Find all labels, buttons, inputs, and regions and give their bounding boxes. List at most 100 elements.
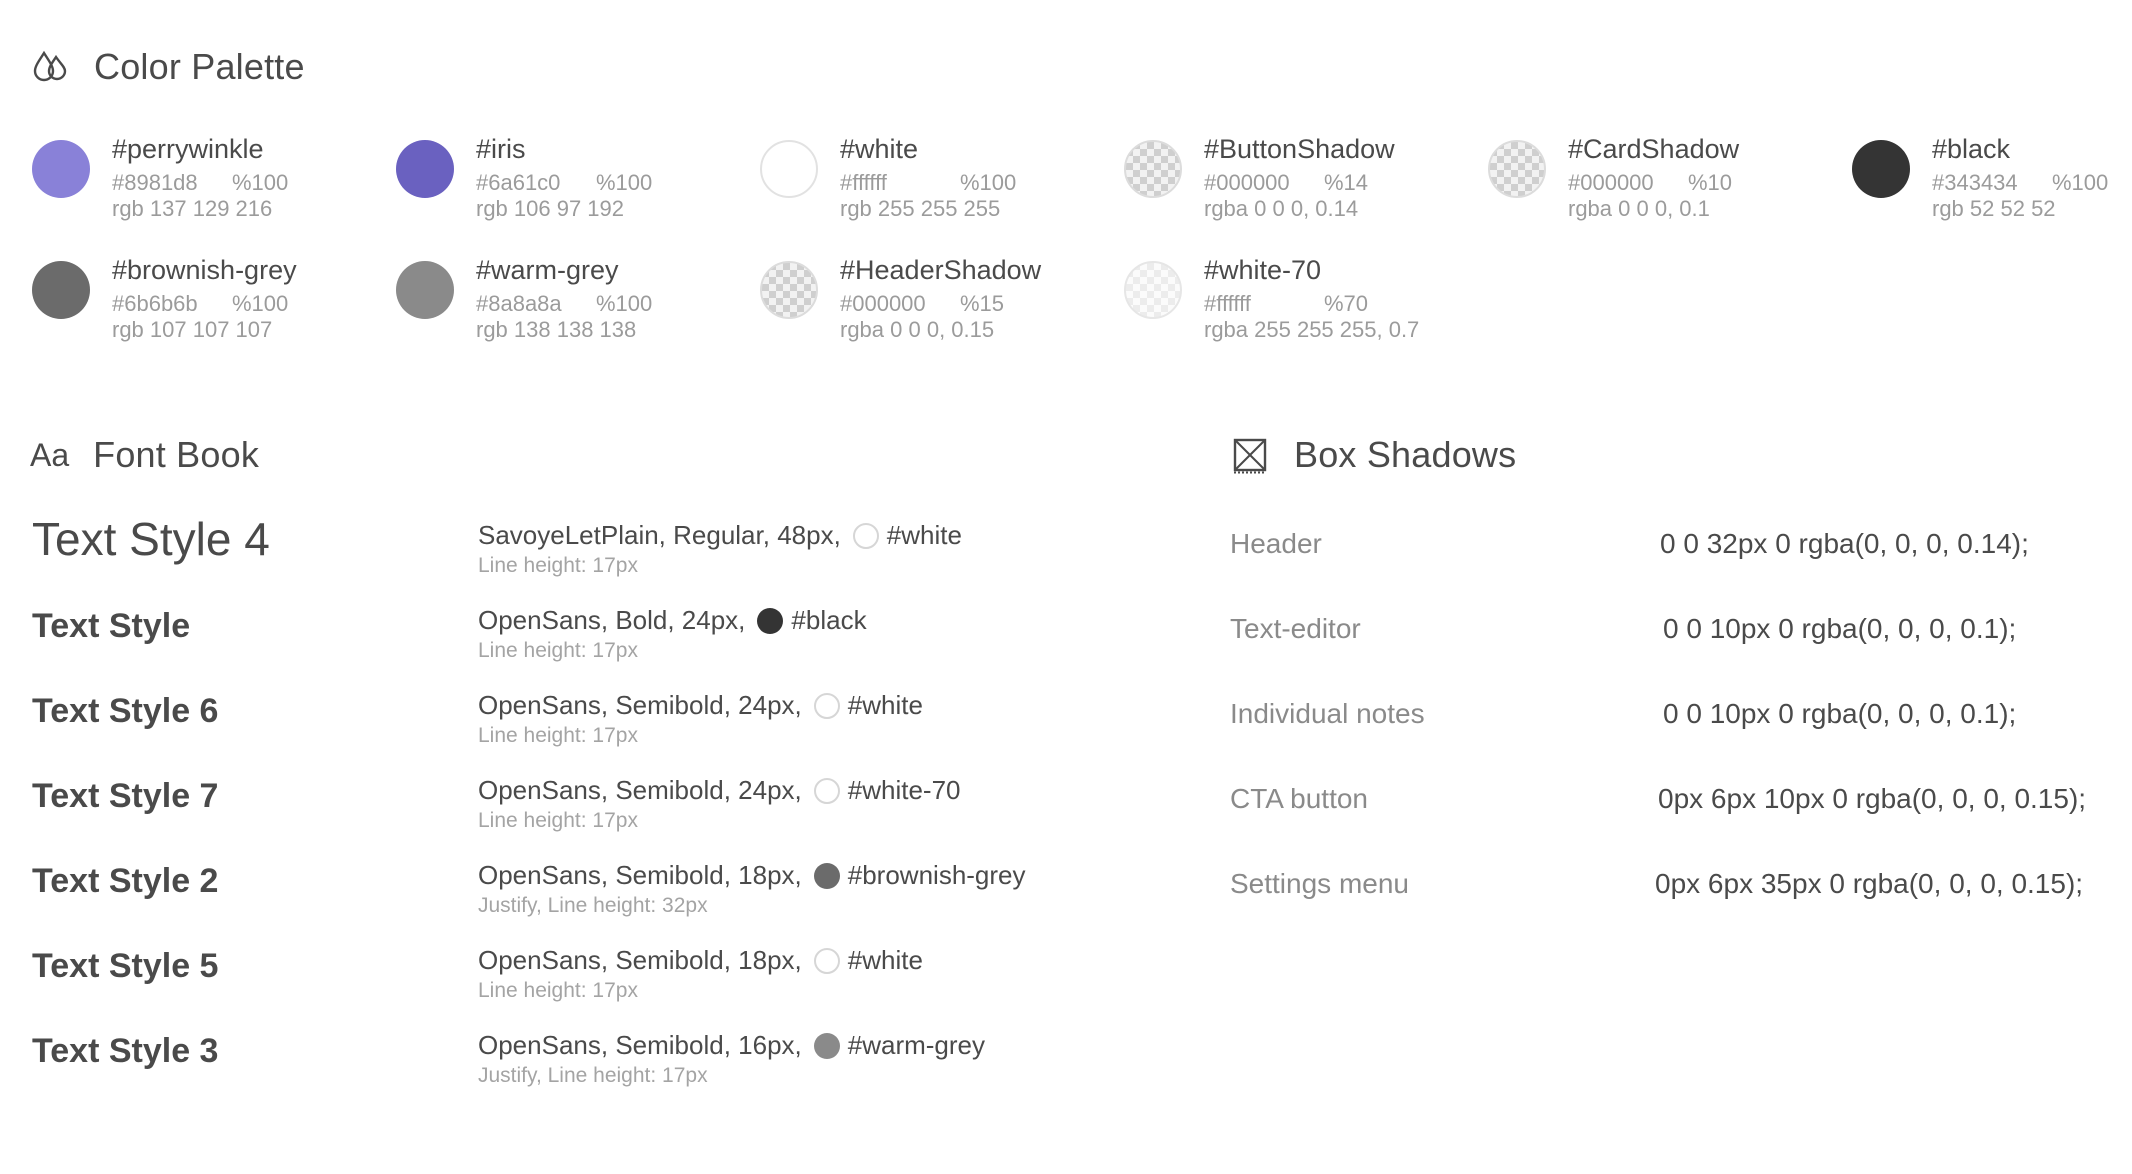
style-desc-text: OpenSans, Semibold, 18px, bbox=[478, 945, 802, 975]
swatch-rgb: rgba 0 0 0, 0.1 bbox=[1568, 196, 1710, 221]
color-circle bbox=[1488, 140, 1546, 198]
swatch-hex: #000000 bbox=[840, 291, 926, 316]
swatch-hex: #000000 bbox=[1568, 170, 1654, 195]
swatch-hex: #000000 bbox=[1204, 170, 1290, 195]
style-desc-text: SavoyeLetPlain, Regular, 48px, bbox=[478, 520, 841, 550]
color-circle bbox=[1124, 261, 1182, 319]
swatch-headershadow: #HeaderShadow #000000 %15 rgba 0 0 0, 0.1… bbox=[758, 255, 1078, 371]
style-name: Text Style 2 bbox=[32, 862, 219, 900]
swatch-opacity: %100 bbox=[596, 170, 653, 195]
swatch-rgb: rgb 107 107 107 bbox=[112, 317, 273, 342]
swatch-opacity: %15 bbox=[960, 291, 1005, 316]
swatch-name: #iris bbox=[476, 134, 526, 164]
shadow-value: 0px 6px 35px 0 rgba(0, 0, 0, 0.15); bbox=[1655, 868, 2084, 899]
font-book-header: Aa Font Book bbox=[30, 434, 259, 476]
color-circle bbox=[396, 261, 454, 319]
swatch-name: #white-70 bbox=[1204, 255, 1322, 285]
swatch-white-70: #white-70 #ffffff %70 rgba 255 255 255, 0… bbox=[1122, 255, 1442, 371]
style-color-name: #warm-grey bbox=[847, 1030, 986, 1060]
color-dot-icon bbox=[757, 607, 784, 634]
font-style-row: Text Style 4 SavoyeLetPlain, Regular, 48… bbox=[32, 513, 1152, 596]
style-desc: OpenSans, Semibold, 24px, #white-70 bbox=[478, 775, 961, 806]
color-circle bbox=[1124, 140, 1182, 198]
swatch-hex: #ffffff bbox=[840, 170, 887, 195]
style-meta: Justify, Line height: 17px bbox=[478, 1064, 708, 1087]
box-shadow-icon bbox=[1230, 435, 1270, 475]
swatch-name: #black bbox=[1932, 134, 2011, 164]
font-style-row: Text Style 6 OpenSans, Semibold, 24px, #… bbox=[32, 686, 1152, 766]
color-circle bbox=[32, 261, 90, 319]
style-desc: OpenSans, Semibold, 16px, #warm-grey bbox=[478, 1030, 985, 1061]
style-name: Text Style 6 bbox=[32, 692, 219, 730]
style-desc: OpenSans, Semibold, 24px, #white bbox=[478, 690, 923, 721]
swatch-rgb: rgba 0 0 0, 0.15 bbox=[840, 317, 995, 342]
shadow-value: 0 0 10px 0 rgba(0, 0, 0, 0.1); bbox=[1663, 613, 2017, 644]
shadow-value: 0 0 10px 0 rgba(0, 0, 0, 0.1); bbox=[1663, 698, 2017, 729]
style-desc-text: OpenSans, Semibold, 24px, bbox=[478, 775, 802, 805]
swatch-iris: #iris #6a61c0 %100 rgb 106 97 192 bbox=[394, 134, 714, 250]
color-dot-icon bbox=[852, 522, 879, 549]
color-palette-header: Color Palette bbox=[30, 46, 305, 88]
font-style-row: Text Style 5 OpenSans, Semibold, 18px, #… bbox=[32, 941, 1152, 1021]
color-palette-title: Color Palette bbox=[94, 46, 305, 87]
swatch-hex: #6a61c0 bbox=[476, 170, 561, 195]
swatch-name: #CardShadow bbox=[1568, 134, 1740, 164]
style-name: Text Style 3 bbox=[32, 1032, 219, 1070]
style-color-name: #white bbox=[847, 690, 923, 720]
swatch-white: #white #ffffff %100 rgb 255 255 255 bbox=[758, 134, 1078, 250]
style-meta: Line height: 17px bbox=[478, 809, 638, 832]
swatch-opacity: %10 bbox=[1688, 170, 1733, 195]
swatch-hex: #ffffff bbox=[1204, 291, 1251, 316]
swatch-rgb: rgba 0 0 0, 0.14 bbox=[1204, 196, 1359, 221]
style-meta: Justify, Line height: 32px bbox=[478, 894, 708, 917]
shadow-label: Text-editor bbox=[1230, 613, 1361, 644]
style-desc-text: OpenSans, Semibold, 18px, bbox=[478, 860, 802, 890]
color-dot-icon bbox=[813, 1032, 840, 1059]
font-book-title: Font Book bbox=[93, 434, 260, 475]
swatch-cardshadow: #CardShadow #000000 %10 rgba 0 0 0, 0.1 bbox=[1486, 134, 1806, 250]
shadow-value: 0 0 32px 0 rgba(0, 0, 0, 0.14); bbox=[1660, 528, 2029, 559]
color-dot-icon bbox=[813, 947, 840, 974]
style-meta: Line height: 17px bbox=[478, 724, 638, 747]
shadow-row: Individual notes 0 0 10px 0 rgba(0, 0, 0… bbox=[1230, 698, 2110, 738]
style-desc: OpenSans, Bold, 24px, #black bbox=[478, 605, 867, 636]
swatch-rgb: rgba 255 255 255, 0.7 bbox=[1204, 317, 1420, 342]
style-desc-text: OpenSans, Bold, 24px, bbox=[478, 605, 746, 635]
style-name: Text Style 4 bbox=[32, 513, 270, 565]
font-aa-icon: Aa bbox=[30, 436, 70, 473]
font-style-row: Text Style OpenSans, Bold, 24px, #black … bbox=[32, 601, 1152, 681]
swatch-rgb: rgb 52 52 52 bbox=[1932, 196, 2056, 221]
swatch-name: #white bbox=[840, 134, 919, 164]
swatch-rgb: rgb 255 255 255 bbox=[840, 196, 1001, 221]
style-desc: OpenSans, Semibold, 18px, #white bbox=[478, 945, 923, 976]
swatch-opacity: %14 bbox=[1324, 170, 1369, 195]
swatch-rgb: rgb 137 129 216 bbox=[112, 196, 273, 221]
box-shadows-title: Box Shadows bbox=[1294, 434, 1517, 475]
shadow-value: 0px 6px 10px 0 rgba(0, 0, 0, 0.15); bbox=[1658, 783, 2087, 814]
color-dot-icon bbox=[813, 692, 840, 719]
swatch-hex: #8981d8 bbox=[112, 170, 198, 195]
swatch-name: #ButtonShadow bbox=[1204, 134, 1395, 164]
swatch-hex: #8a8a8a bbox=[476, 291, 562, 316]
shadow-label: CTA button bbox=[1230, 783, 1369, 814]
swatch-opacity: %100 bbox=[232, 170, 289, 195]
box-shadows-header: Box Shadows bbox=[1230, 434, 1516, 476]
drops-icon bbox=[30, 47, 70, 87]
font-style-row: Text Style 2 OpenSans, Semibold, 18px, #… bbox=[32, 856, 1152, 936]
style-name: Text Style 5 bbox=[32, 947, 219, 985]
style-color-name: #black bbox=[791, 605, 867, 635]
swatch-opacity: %100 bbox=[596, 291, 653, 316]
font-style-row: Text Style 3 OpenSans, Semibold, 16px, #… bbox=[32, 1026, 1152, 1106]
style-color-name: #brownish-grey bbox=[847, 860, 1026, 890]
swatch-hex: #343434 bbox=[1932, 170, 2018, 195]
swatch-opacity: %70 bbox=[1324, 291, 1369, 316]
swatch-name: #perrywinkle bbox=[112, 134, 264, 164]
shadow-row: Settings menu 0px 6px 35px 0 rgba(0, 0, … bbox=[1230, 868, 2110, 908]
style-meta: Line height: 17px bbox=[478, 979, 638, 1002]
swatch-rgb: rgb 106 97 192 bbox=[476, 196, 625, 221]
color-circle bbox=[396, 140, 454, 198]
color-dot-icon bbox=[813, 862, 840, 889]
style-desc: OpenSans, Semibold, 18px, #brownish-grey bbox=[478, 860, 1026, 891]
swatch-opacity: %100 bbox=[232, 291, 289, 316]
swatch-rgb: rgb 138 138 138 bbox=[476, 317, 637, 342]
